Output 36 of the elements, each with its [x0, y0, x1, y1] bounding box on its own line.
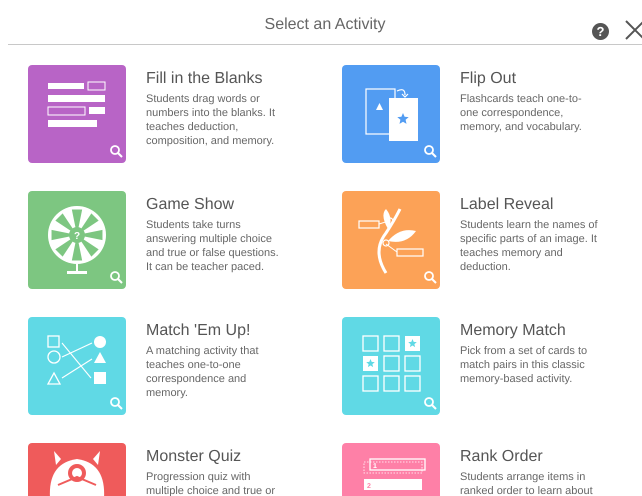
flip-cards-drawing	[365, 88, 418, 141]
activity-tile[interactable]	[28, 317, 126, 415]
search-icon[interactable]	[110, 397, 123, 410]
activity-description: Progression quiz with multiple choice and true or	[146, 470, 276, 496]
card-grid-drawing	[362, 335, 421, 392]
search-icon[interactable]	[424, 145, 437, 158]
activity-description: Flashcards teach one-to-one correspondence, memory, and vocabulary.	[460, 92, 583, 134]
activity-description: Students arrange items in ranked order to learn about	[460, 470, 594, 496]
activity-description: Students learn the names of specific parts of an image. It teaches memory and deduction.	[460, 218, 598, 274]
activity-description: A matching activity that teaches one-to-one correspondence and memory.	[146, 344, 260, 400]
search-icon[interactable]	[110, 145, 123, 158]
prize-wheel-drawing: ?	[48, 206, 106, 274]
activity-title: Match 'Em Up!	[146, 322, 252, 340]
activity-tile[interactable]: ?	[28, 191, 126, 289]
search-icon[interactable]	[424, 397, 437, 410]
activity-tile[interactable]	[28, 65, 126, 163]
search-icon[interactable]	[110, 271, 123, 284]
search-icon[interactable]	[424, 271, 437, 284]
monster-drawing	[50, 451, 104, 496]
plant-labels-drawing	[358, 208, 424, 274]
activity-tile[interactable]	[342, 317, 440, 415]
activity-title: Fill in the Blanks	[146, 70, 264, 88]
activity-title: Rank Order	[460, 448, 544, 466]
activity-title: Monster Quiz	[146, 448, 242, 466]
shape-matching-drawing	[46, 335, 106, 385]
fill-blanks-drawing	[48, 82, 106, 127]
activity-tile[interactable]	[342, 65, 440, 163]
activity-title: Memory Match	[460, 322, 567, 340]
activity-title: Game Show	[146, 196, 236, 214]
activity-tile[interactable]	[342, 191, 440, 289]
activity-description: Students take turns answering multiple choice and true or false questions. It can be teacher paced.	[146, 218, 280, 274]
activity-description: Students drag words or numbers into the blanks. It teaches deduction, composition, and memory.	[146, 92, 276, 148]
activity-title: Label Reveal	[460, 196, 554, 214]
activity-description: Pick from a set of cards to match pairs in this classic memory-based activity.	[460, 344, 588, 386]
dialog-title: Select an Activity	[264, 15, 386, 33]
activity-title: Flip Out	[460, 70, 518, 88]
